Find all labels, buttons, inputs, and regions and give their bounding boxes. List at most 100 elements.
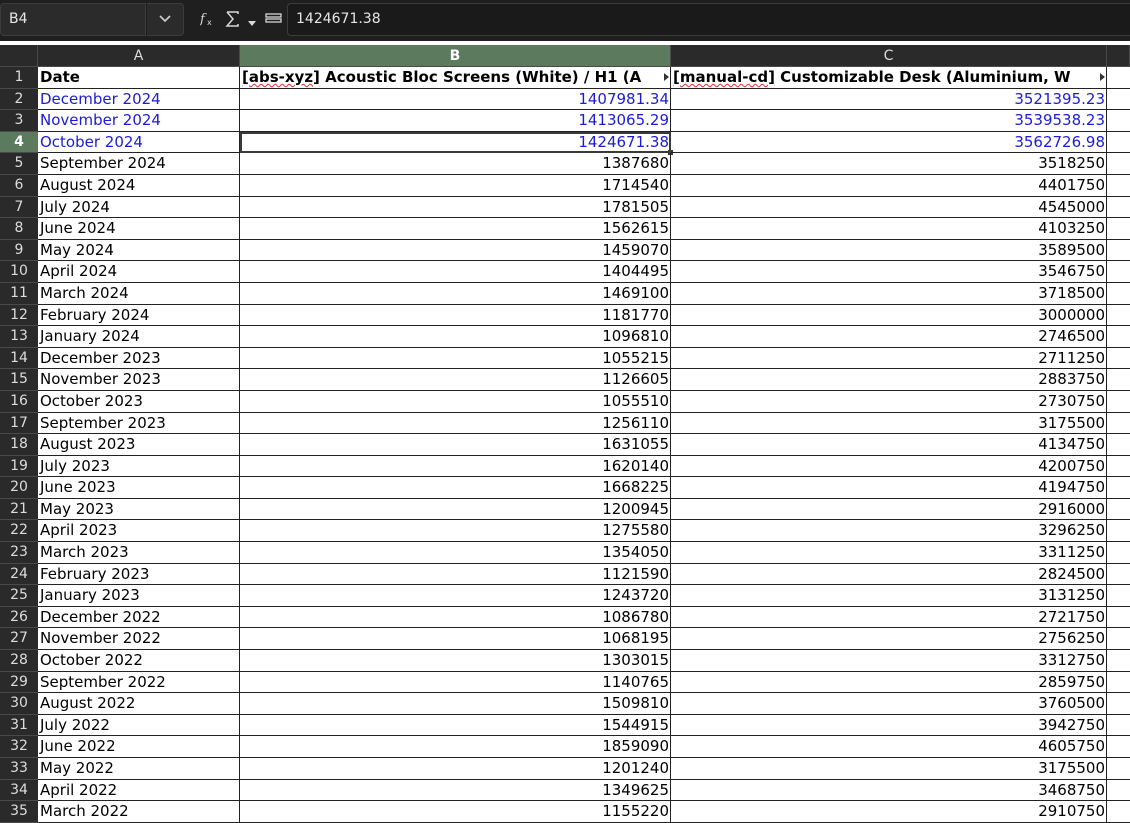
cell-value-c[interactable]: 4401750 [671,174,1107,197]
cell-value-b[interactable]: 1781505 [240,196,671,219]
row-header[interactable]: 10 [0,261,38,283]
cell-empty[interactable] [1107,348,1130,370]
cell-empty[interactable] [1107,693,1130,715]
sum-dropdown-icon[interactable] [247,13,257,32]
cell-date[interactable]: November 2023 [38,369,240,391]
name-box-dropdown-button[interactable] [147,3,184,36]
cell-value-c[interactable]: 3521395.23 [671,88,1107,111]
cell-value-b[interactable]: 1096810 [240,326,671,348]
cell-date[interactable]: August 2023 [38,434,240,456]
row-header[interactable]: 25 [0,585,38,607]
cell-empty[interactable] [1107,499,1130,521]
cell-value-b[interactable]: 1275580 [240,520,671,543]
cell-value-b[interactable]: 1086780 [240,606,671,629]
row-header[interactable]: 28 [0,650,38,672]
cell-value-b[interactable]: 1407981.34 [240,88,671,111]
cell-date[interactable]: July 2023 [38,455,240,478]
cell-value-c[interactable]: 2711250 [671,347,1107,370]
row-header[interactable]: 8 [0,218,38,240]
cell-value-c[interactable]: 2910750 [671,801,1107,823]
cell-value-c[interactable]: 2883750 [671,369,1107,391]
cell-a1[interactable]: Date [38,67,240,89]
cell-empty[interactable] [1107,391,1130,413]
cell-empty[interactable] [1107,758,1130,780]
cell-value-c[interactable]: 3312750 [671,650,1107,672]
cell-date[interactable]: September 2022 [38,671,240,694]
cell-date[interactable]: June 2022 [38,736,240,758]
cell-empty[interactable] [1107,801,1130,823]
cell-value-c[interactable]: 4605750 [671,736,1107,758]
cell-empty[interactable] [1107,715,1130,737]
cell-value-c[interactable]: 2859750 [671,671,1107,694]
cell-value-b[interactable]: 1620140 [240,455,671,478]
cell-empty[interactable] [1107,456,1130,478]
row-header[interactable]: 30 [0,693,38,715]
cell-value-b[interactable]: 1469100 [240,282,671,305]
row-header[interactable]: 35 [0,801,38,823]
row-header[interactable]: 34 [0,779,38,802]
cell-value-b[interactable]: 1354050 [240,542,671,564]
cell-value-b[interactable]: 1459070 [240,239,671,262]
row-header[interactable]: 22 [0,520,38,543]
cell-empty[interactable] [1107,736,1130,758]
row-header[interactable]: 23 [0,542,38,564]
cell-value-b[interactable]: 1631055 [240,434,671,456]
cell-value-b[interactable]: 1243720 [240,585,671,607]
row-header[interactable]: 4 [0,131,38,154]
cell-empty[interactable] [1107,413,1130,435]
cell-value-b[interactable]: 1404495 [240,261,671,283]
cell-value-c[interactable]: 2730750 [671,390,1107,413]
cell-date[interactable]: March 2023 [38,542,240,564]
cell-empty[interactable] [1107,240,1130,262]
cell-date[interactable]: March 2024 [38,282,240,305]
cell-value-c[interactable]: 3131250 [671,585,1107,607]
cell-value-b[interactable]: 1714540 [240,174,671,197]
cell-value-b[interactable]: 1303015 [240,650,671,672]
cell-empty[interactable] [1107,305,1130,327]
cell-value-c[interactable]: 4134750 [671,434,1107,456]
cell-empty[interactable] [1107,585,1130,607]
cell-date[interactable]: November 2024 [38,110,240,132]
row-header[interactable]: 15 [0,369,38,391]
cell-empty[interactable] [1107,218,1130,240]
cell-empty[interactable] [1107,110,1130,132]
cell-date[interactable]: January 2024 [38,326,240,348]
cell-value-b[interactable]: 1126605 [240,369,671,391]
row-header[interactable]: 14 [0,347,38,370]
cell-value-c[interactable]: 4200750 [671,455,1107,478]
cell-date[interactable]: October 2023 [38,390,240,413]
row-header[interactable]: 7 [0,196,38,219]
cell-value-b[interactable]: 1201240 [240,758,671,780]
cell-date[interactable]: May 2024 [38,239,240,262]
cell-date[interactable]: April 2023 [38,520,240,543]
cell-date[interactable]: June 2023 [38,477,240,499]
formula-input[interactable]: 1424671.38 [287,3,1130,36]
cell-value-c[interactable]: 2824500 [671,563,1107,586]
cell-value-b[interactable]: 1068195 [240,628,671,651]
cell-date[interactable]: September 2024 [38,153,240,175]
cell-value-c[interactable]: 3311250 [671,542,1107,564]
cell-value-b[interactable]: 1668225 [240,477,671,499]
column-header-a[interactable]: A [38,45,240,67]
row-header[interactable]: 18 [0,434,38,456]
cell-value-b[interactable]: 1562615 [240,218,671,240]
cell-empty[interactable] [1107,175,1130,197]
cell-value-c[interactable]: 3296250 [671,520,1107,543]
cell-date[interactable]: April 2022 [38,779,240,802]
formula-icon[interactable] [265,10,283,32]
cell-date[interactable]: May 2023 [38,498,240,521]
row-header[interactable]: 33 [0,758,38,780]
function-wizard-icon[interactable]: fx [199,10,218,32]
row-header[interactable]: 12 [0,304,38,327]
cell-empty[interactable] [1107,520,1130,543]
row-header[interactable]: 3 [0,110,38,132]
cell-date[interactable]: October 2024 [38,131,240,154]
cell-empty[interactable] [1107,283,1130,305]
cell-empty[interactable] [1107,672,1130,694]
cell-c1[interactable]: [manual-cd] Customizable Desk (Aluminium… [671,67,1107,89]
sum-icon[interactable] [224,10,242,32]
cell-empty[interactable] [1107,153,1130,175]
cell-date[interactable]: December 2022 [38,606,240,629]
cell-empty[interactable] [1107,326,1130,348]
select-all-corner[interactable] [0,45,38,67]
